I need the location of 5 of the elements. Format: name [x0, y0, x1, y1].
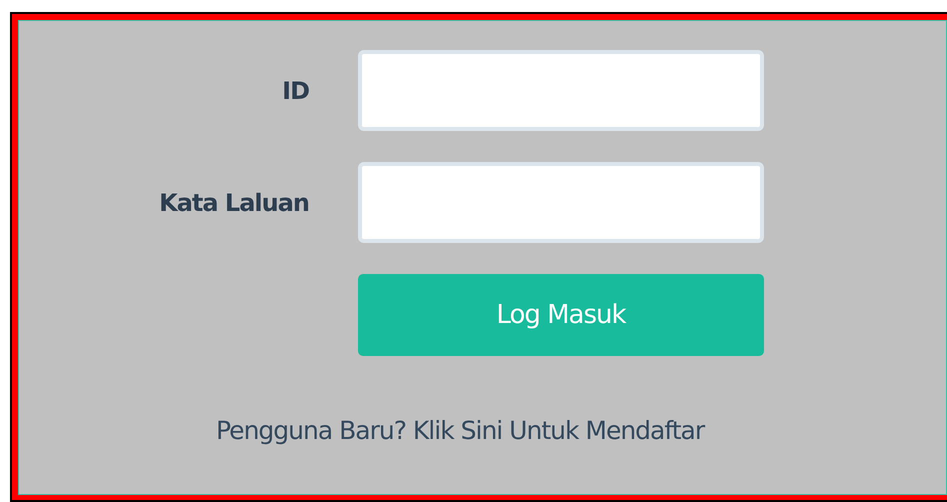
input-field[interactable] [358, 50, 764, 131]
field-label: ID [281, 76, 309, 106]
field-label: Kata Laluan [158, 188, 309, 218]
register-link[interactable]: Pengguna Baru? Klik Sini Untuk Mendaftar [216, 412, 704, 450]
input-field[interactable] [358, 162, 764, 243]
